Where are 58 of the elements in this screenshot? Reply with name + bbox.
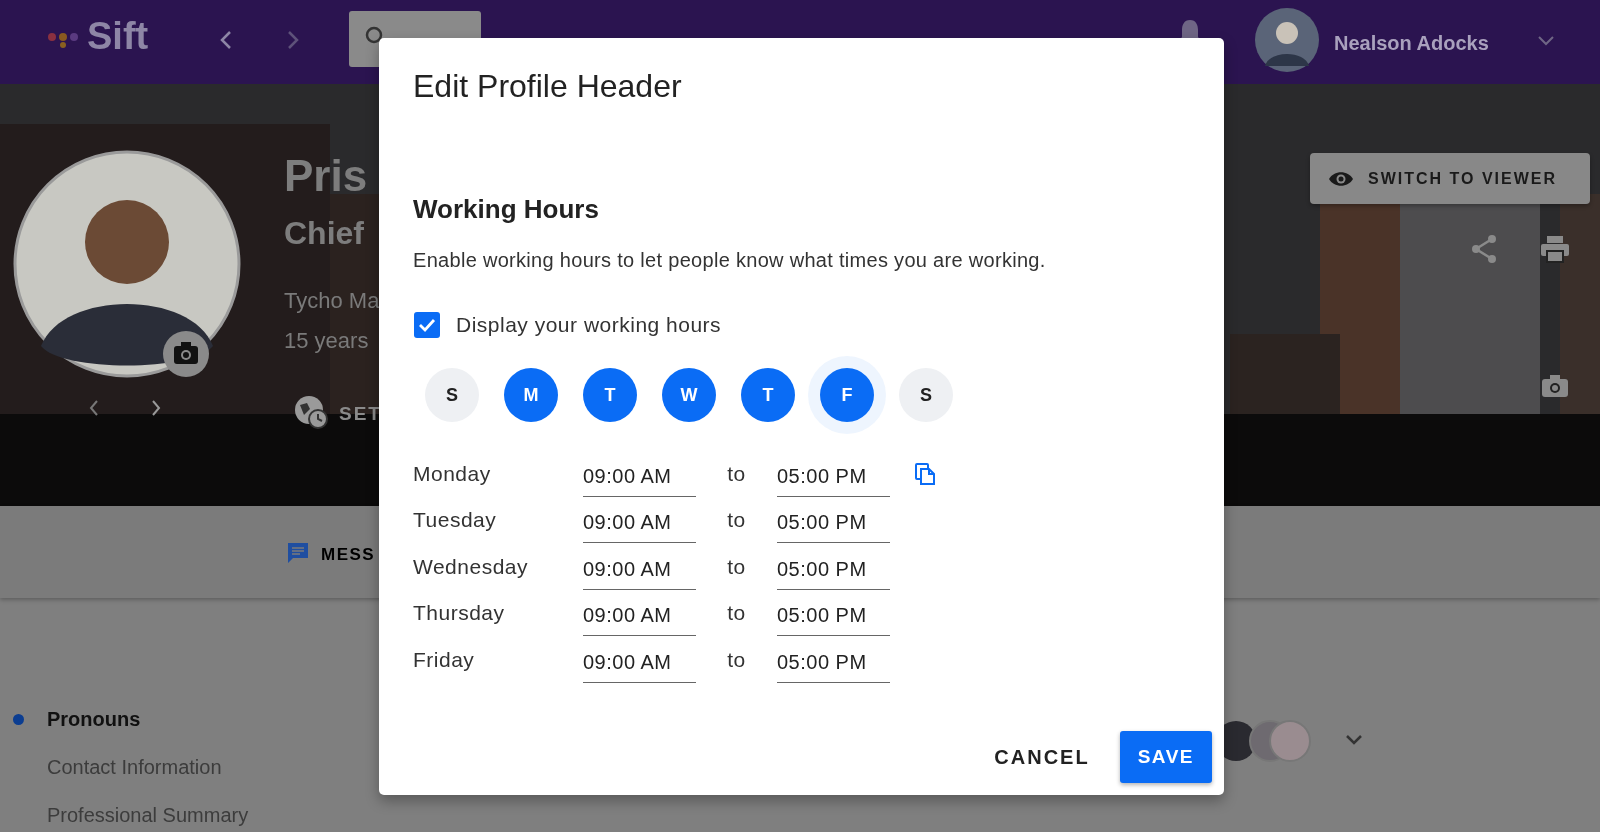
chevron-right-icon[interactable]	[151, 400, 161, 416]
end-time-field[interactable]: 05:00 PM	[777, 596, 890, 637]
chevron-left-icon[interactable]	[89, 400, 99, 416]
day-toggle[interactable]: W	[662, 368, 716, 423]
section-link[interactable]: Pronouns	[47, 704, 141, 734]
timezone-link[interactable]: SET	[339, 400, 382, 429]
section-heading: Working Hours	[413, 193, 600, 225]
day-label: Thursday	[413, 600, 506, 627]
company-text: Tycho Ma	[284, 287, 380, 315]
to-label: to	[726, 646, 747, 673]
start-time-field[interactable]: 09:00 AM	[583, 642, 696, 683]
checkbox[interactable]	[414, 311, 440, 338]
start-time-field[interactable]: 09:00 AM	[583, 549, 696, 590]
day-toggle[interactable]: T	[583, 368, 637, 423]
end-time-field[interactable]: 05:00 PM	[777, 642, 890, 683]
profile-name: Pris	[284, 150, 368, 202]
end-time-field[interactable]: 05:00 PM	[777, 549, 890, 590]
to-label: to	[726, 553, 747, 580]
end-time-field[interactable]: 05:00 PM	[777, 456, 890, 497]
tenure-text: 15 years	[284, 327, 369, 355]
to-label: to	[726, 600, 747, 627]
camera-icon[interactable]	[1541, 374, 1569, 398]
back-icon[interactable]	[219, 30, 233, 50]
day-toggle[interactable]: S	[425, 368, 479, 423]
day-label: Wednesday	[413, 553, 530, 580]
to-label: to	[726, 460, 747, 487]
description-text: Enable working hours to let people know what times you are working.	[413, 247, 1047, 273]
switch-to-viewer-button[interactable]: SWITCH TO VIEWER	[1310, 153, 1590, 204]
day-toggle[interactable]: M	[504, 368, 558, 423]
avatar[interactable]	[1255, 8, 1319, 72]
dialog-title: Edit Profile Header	[413, 67, 683, 106]
save-button[interactable]: SAVE	[1119, 730, 1212, 784]
copy-icon[interactable]	[914, 461, 936, 486]
user-name[interactable]: Nealson Adocks	[1334, 28, 1489, 58]
to-label: to	[726, 507, 747, 534]
start-time-field[interactable]: 09:00 AM	[583, 456, 696, 497]
chevron-down-icon[interactable]	[1537, 35, 1555, 47]
day-label: Friday	[413, 646, 476, 673]
printer-icon[interactable]	[1540, 235, 1570, 263]
chevron-down-icon[interactable]	[1345, 734, 1363, 746]
job-title: Chief	[284, 214, 364, 253]
day-label: Tuesday	[413, 507, 498, 534]
day-toggle[interactable]: T	[741, 368, 795, 423]
message-link[interactable]: MESS	[321, 542, 376, 568]
share-icon[interactable]	[1470, 234, 1498, 264]
globe-clock-icon	[294, 395, 328, 429]
checkbox-label: Display your working hours	[456, 311, 722, 338]
day-label: Monday	[413, 460, 492, 487]
day-toggle[interactable]: S	[899, 368, 953, 423]
eye-icon	[1328, 169, 1354, 188]
start-time-field[interactable]: 09:00 AM	[583, 503, 696, 544]
end-time-field[interactable]: 05:00 PM	[777, 503, 890, 544]
day-toggle[interactable]: F	[820, 368, 874, 423]
cancel-button[interactable]: CANCEL	[980, 730, 1104, 784]
start-time-field[interactable]: 09:00 AM	[583, 596, 696, 637]
camera-icon[interactable]	[162, 330, 210, 378]
message-icon	[286, 541, 310, 565]
logo-text: Sift	[87, 16, 149, 58]
